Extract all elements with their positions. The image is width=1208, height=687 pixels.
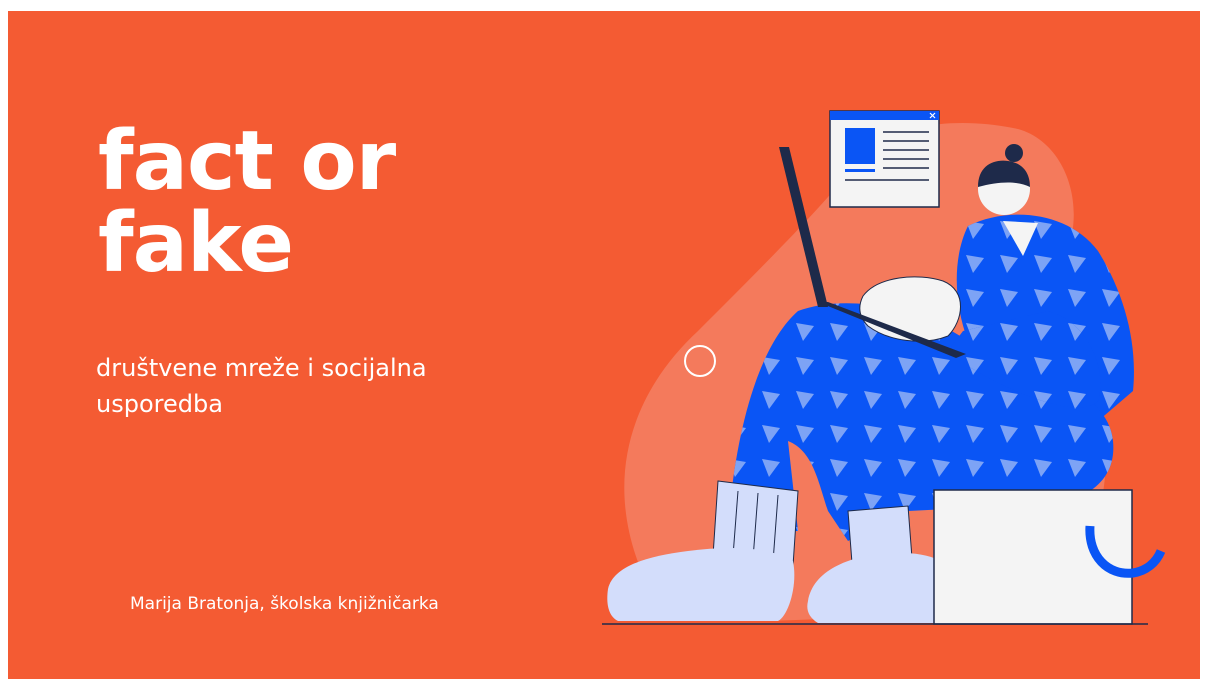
title-slide: fact or fake društvene mreže i socijalna… [8,11,1200,679]
person-with-laptop-illustration [602,110,1166,625]
browser-window-icon [829,110,940,208]
left-foot [607,548,795,621]
